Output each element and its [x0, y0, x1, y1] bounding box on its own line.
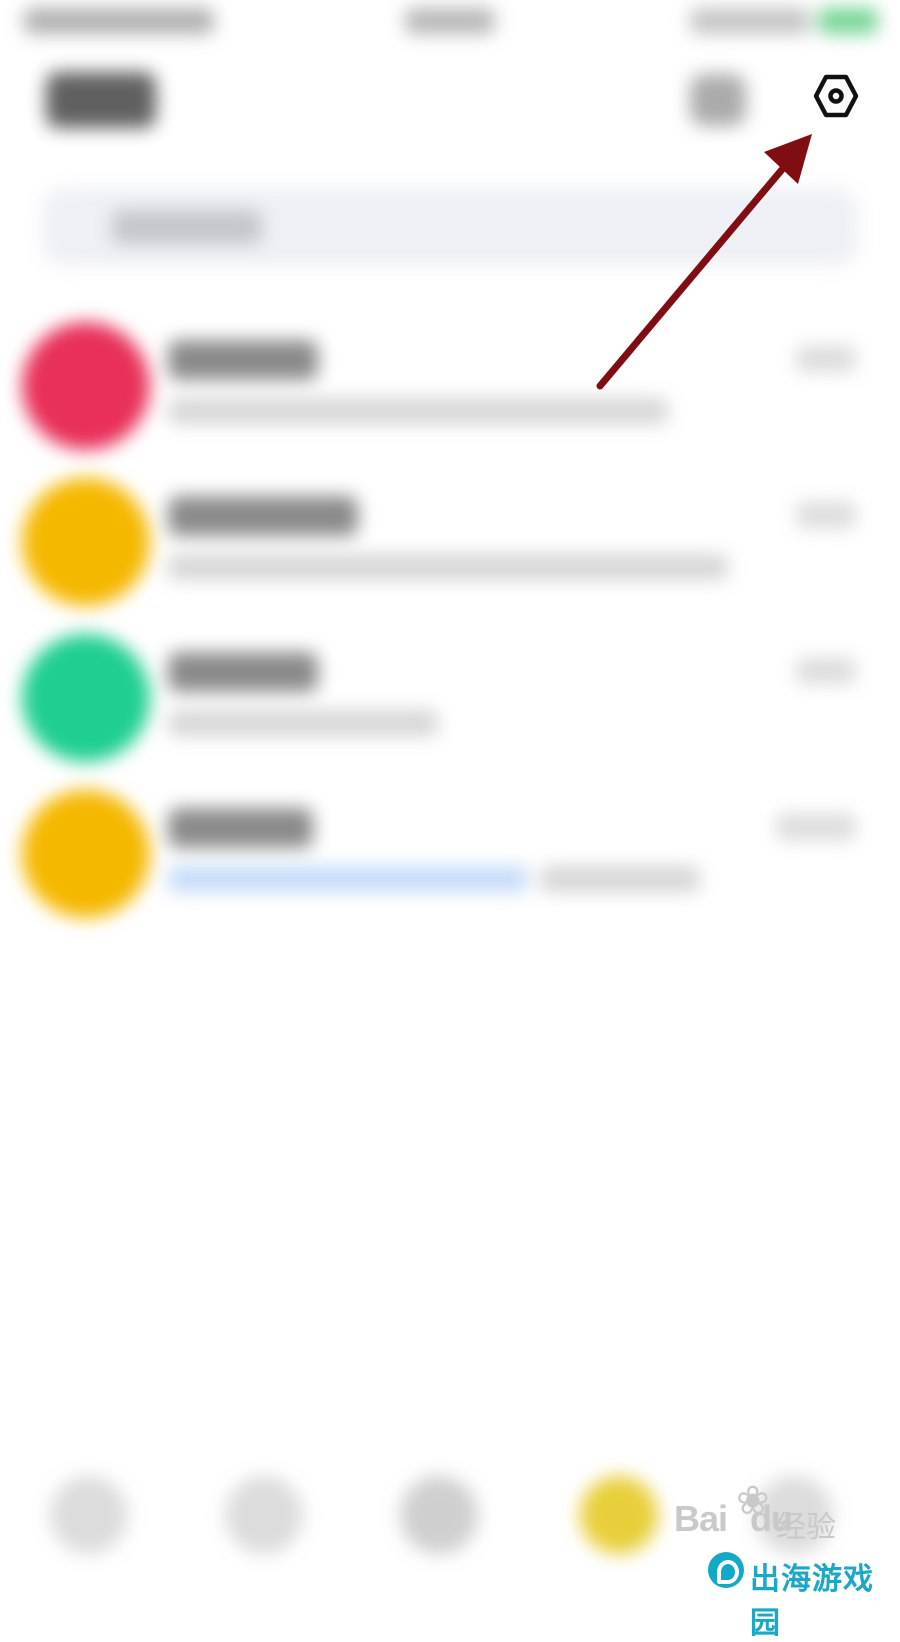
conversation-row[interactable]	[0, 768, 900, 924]
avatar	[22, 478, 150, 606]
watermark-baidu-brand: Bai	[674, 1498, 728, 1539]
conversation-row[interactable]	[0, 300, 900, 456]
avatar	[22, 322, 150, 450]
conversation-name	[168, 652, 318, 692]
watermark-game-site: 出海游戏园	[750, 1563, 874, 1640]
conversation-time	[776, 814, 856, 840]
conversation-list	[0, 300, 900, 924]
contacts-icon[interactable]	[690, 74, 746, 126]
settings-button[interactable]	[800, 60, 872, 132]
top-header	[0, 46, 900, 156]
watermark-baidu-label: 经验	[776, 1511, 836, 1544]
search-bar[interactable]	[42, 188, 858, 266]
tab-item[interactable]	[50, 1476, 128, 1554]
conversation-time	[796, 502, 856, 528]
conversation-name	[168, 340, 318, 380]
conversation-preview	[168, 710, 438, 736]
conversation-time	[796, 346, 856, 372]
game-site-watermark: 出海游戏园	[708, 1550, 888, 1640]
tab-item[interactable]	[225, 1476, 303, 1554]
conversation-preview	[168, 398, 668, 424]
conversation-row[interactable]	[0, 456, 900, 612]
conversation-preview	[168, 554, 728, 580]
conversation-preview-link[interactable]	[168, 866, 528, 892]
baidu-jingyan-watermark: Bai ❀ du 经验	[672, 1479, 872, 1548]
hexagon-settings-icon	[813, 74, 859, 118]
battery-icon	[818, 8, 878, 34]
tab-item[interactable]	[400, 1476, 478, 1554]
conversation-preview	[540, 866, 700, 892]
conversation-row[interactable]	[0, 612, 900, 768]
conversation-name	[168, 496, 358, 536]
tab-item-active[interactable]	[580, 1476, 658, 1554]
status-clock	[405, 8, 495, 34]
status-network-info	[690, 8, 810, 34]
search-placeholder	[112, 210, 262, 244]
status-bar	[0, 0, 900, 46]
avatar	[22, 634, 150, 762]
status-carrier-info	[24, 8, 214, 34]
conversation-name	[168, 808, 313, 848]
page-title	[46, 72, 156, 128]
conversation-time	[796, 658, 856, 684]
game-site-logo-icon	[708, 1552, 744, 1588]
avatar	[22, 790, 150, 918]
